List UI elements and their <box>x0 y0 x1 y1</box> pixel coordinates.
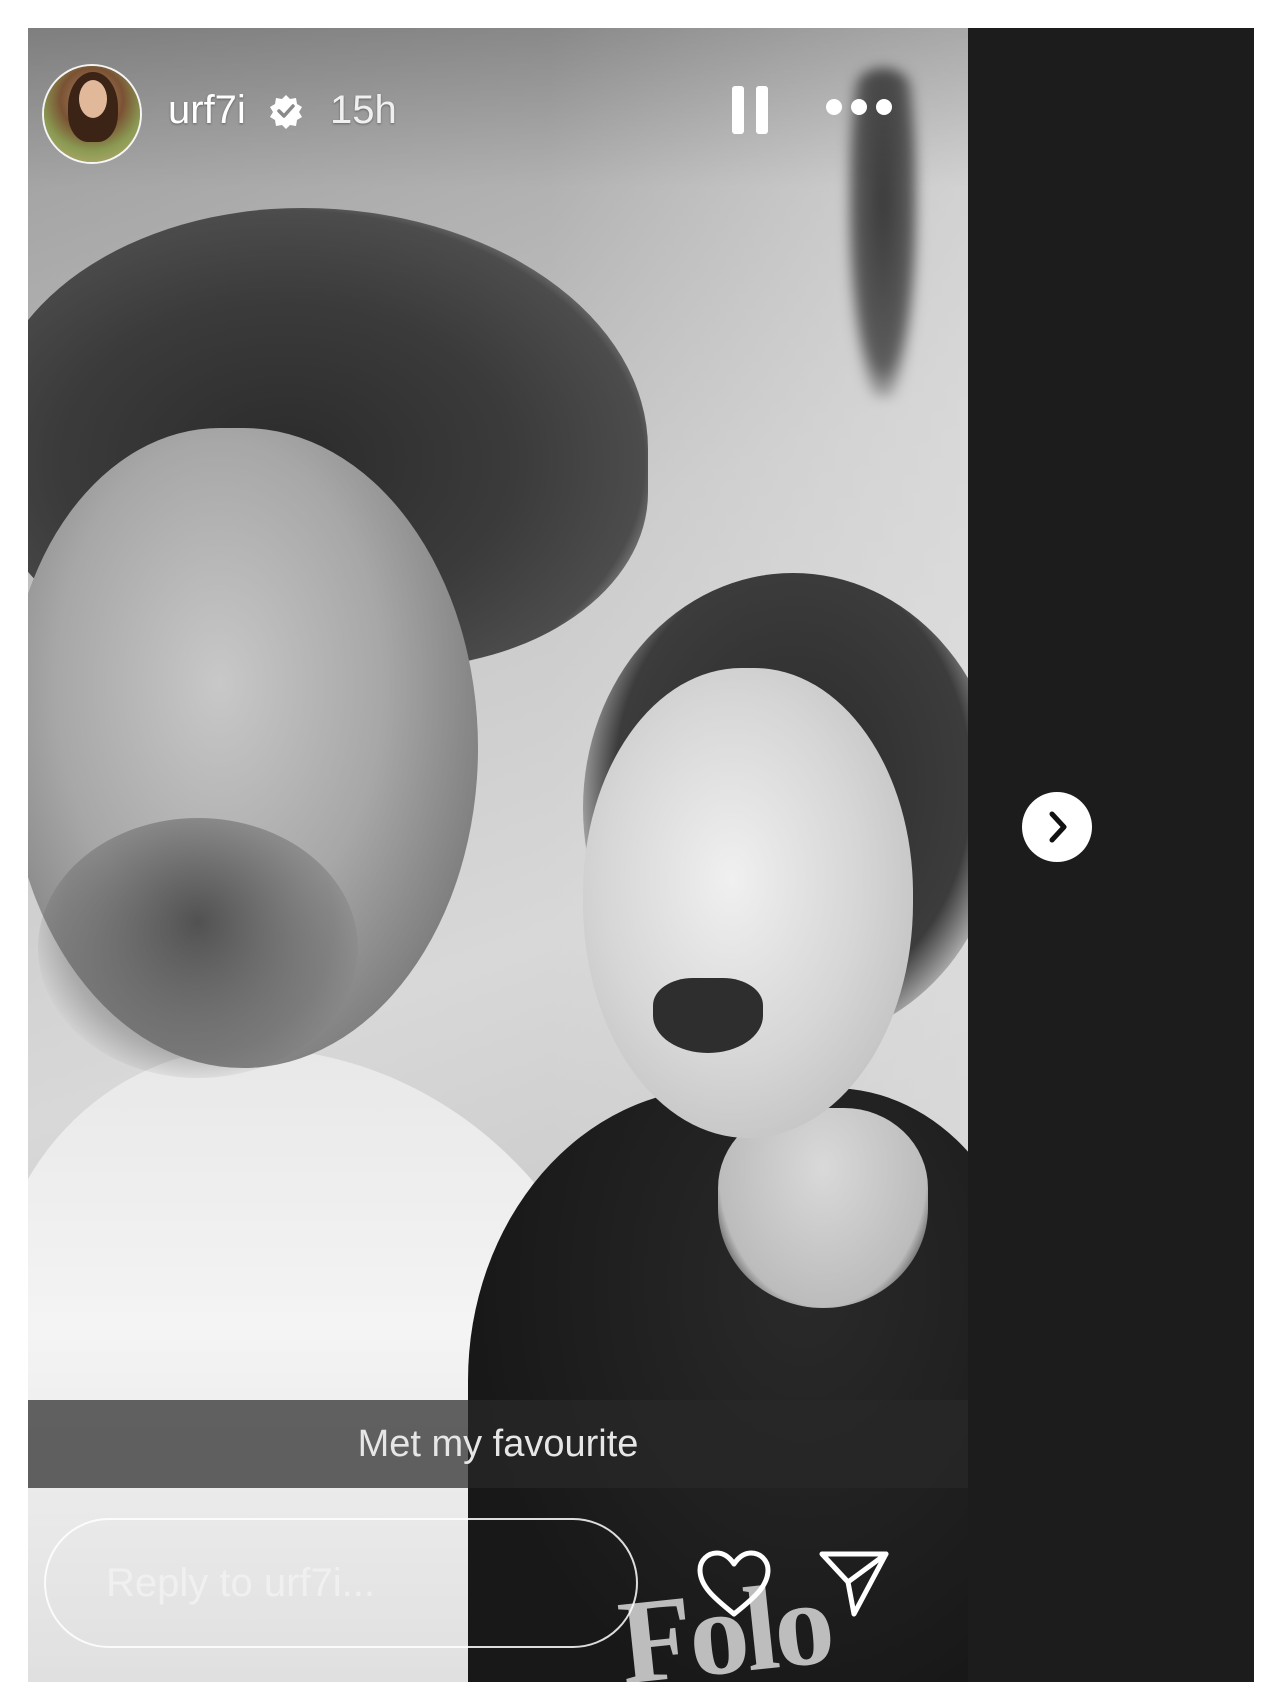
avatar-face <box>79 80 107 118</box>
pause-button[interactable] <box>728 82 772 138</box>
share-button[interactable] <box>816 1544 892 1620</box>
story-header: urf7i 15h <box>28 28 968 188</box>
photo-person-right-face <box>583 668 913 1138</box>
story-username[interactable]: urf7i <box>168 88 246 133</box>
heart-icon <box>697 1550 771 1617</box>
story-caption-band: Met my favourite <box>28 1400 968 1488</box>
like-button[interactable] <box>694 1548 774 1620</box>
story-viewer: Folo urf7i 15h Met my favourite Reply to… <box>28 28 1254 1682</box>
send-icon <box>819 1551 889 1617</box>
story-media[interactable]: Folo urf7i 15h Met my favourite Reply to… <box>28 28 968 1682</box>
photo-person-right-mouth <box>653 978 763 1053</box>
photo-person-left-beard <box>38 818 358 1078</box>
avatar[interactable] <box>44 66 140 162</box>
story-caption: Met my favourite <box>357 1423 639 1465</box>
chevron-right-icon <box>1049 811 1067 843</box>
next-story-button[interactable] <box>1022 792 1092 862</box>
reply-input[interactable] <box>44 1518 638 1648</box>
more-options-button[interactable] <box>824 92 894 122</box>
story-timestamp: 15h <box>330 88 397 132</box>
verified-badge-icon <box>268 93 304 129</box>
photo-person-right-neck <box>718 1108 928 1308</box>
